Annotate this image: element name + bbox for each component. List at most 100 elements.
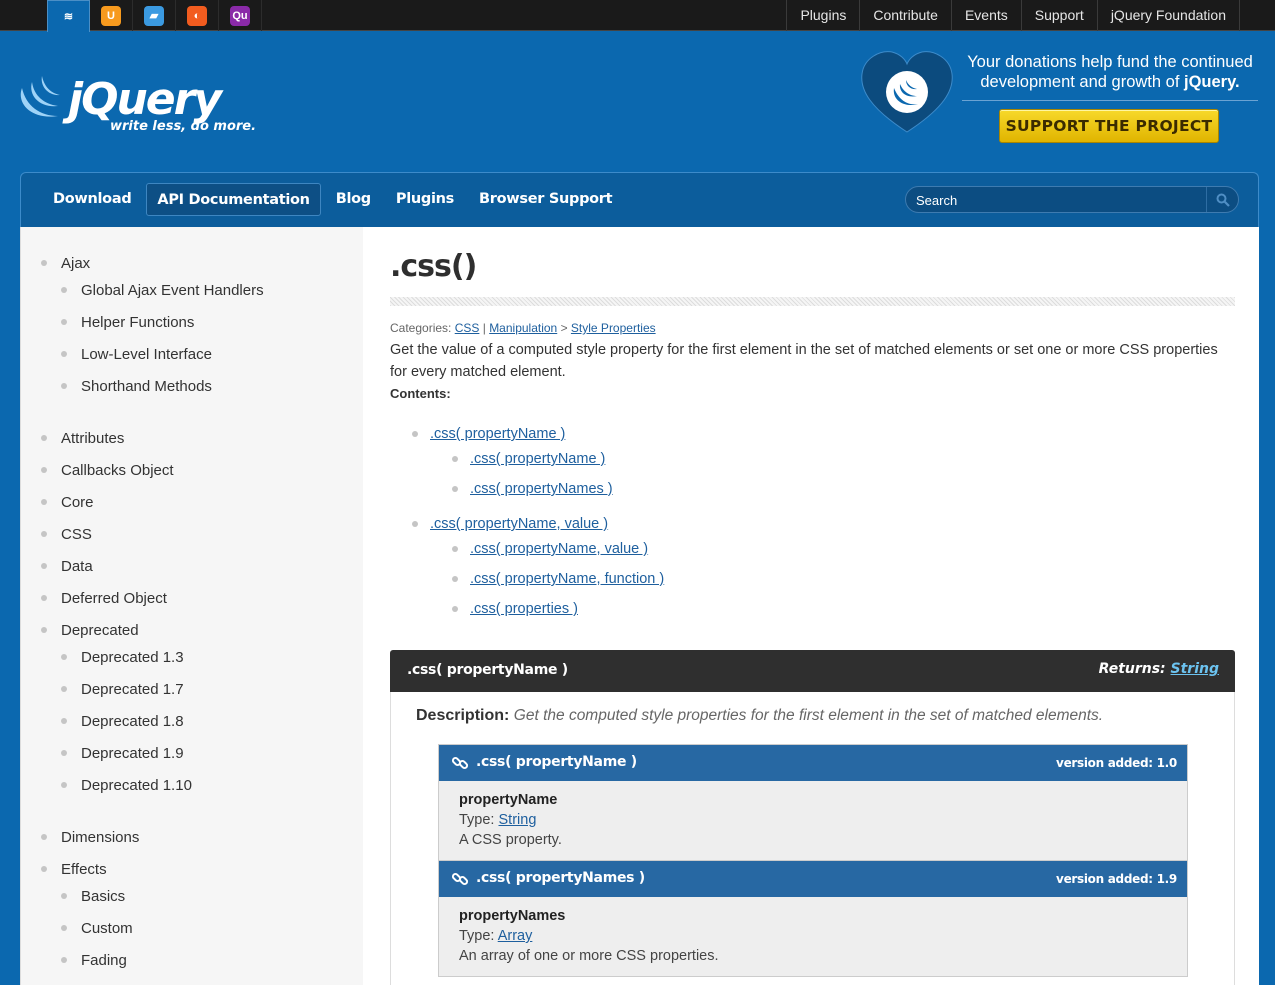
support-the-project-button[interactable]: SUPPORT THE PROJECT: [999, 109, 1219, 143]
sidebar-item-core[interactable]: Core: [41, 494, 94, 511]
sidebar-item-label: Deprecated 1.8: [81, 713, 184, 730]
signature-title: .css( propertyName ): [407, 662, 568, 678]
bullet-icon: [41, 627, 47, 633]
link-icon[interactable]: [451, 870, 469, 888]
toc-link[interactable]: .css( propertyName, value ): [470, 541, 648, 557]
sidebar-item-deferred-object[interactable]: Deferred Object: [41, 590, 167, 607]
sidebar-item-dimensions[interactable]: Dimensions: [41, 829, 139, 846]
sidebar-item-label: CSS: [61, 526, 92, 543]
toc-link[interactable]: .css( properties ): [470, 601, 578, 617]
sidebar-item-deprecated-1-7[interactable]: Deprecated 1.7: [61, 681, 184, 698]
categories-label: Categories:: [390, 321, 455, 335]
search-input[interactable]: [916, 191, 1201, 209]
sidebar-item-global-ajax-event-handlers[interactable]: Global Ajax Event Handlers: [61, 282, 264, 299]
signature-version-box: .css( propertyName ) version added: 1.0 pr…: [438, 744, 1188, 861]
category-link-css[interactable]: CSS: [455, 321, 480, 335]
sidebar-item-custom[interactable]: Custom: [61, 920, 133, 937]
sidebar-item-deprecated[interactable]: Deprecated: [41, 622, 139, 639]
version-signature[interactable]: .css( propertyName ): [476, 754, 637, 770]
param-type: Type: Array: [459, 928, 532, 944]
jquery-logo[interactable]: jQuery write less, do more.: [18, 70, 268, 134]
top-link-events[interactable]: Events: [950, 0, 1021, 31]
nav-item-plugins[interactable]: Plugins: [386, 183, 464, 216]
categories: Categories: CSS | Manipulation > Style P…: [390, 321, 656, 335]
sidebar-item-deprecated-1-8[interactable]: Deprecated 1.8: [61, 713, 184, 730]
version-signature[interactable]: .css( propertyNames ): [476, 870, 645, 886]
category-link-style-properties[interactable]: Style Properties: [571, 321, 656, 335]
sidebar-item-label: Low-Level Interface: [81, 346, 212, 363]
sidebar-item-attributes[interactable]: Attributes: [41, 430, 124, 447]
sidebar-item-label: Ajax: [61, 255, 91, 272]
site-tab-0[interactable]: ≋: [47, 0, 90, 32]
sidebar-item-data[interactable]: Data: [41, 558, 93, 575]
bullet-icon: [61, 718, 67, 724]
toc-link[interactable]: .css( propertyName, function ): [470, 571, 664, 587]
sidebar-item-shorthand-methods[interactable]: Shorthand Methods: [61, 378, 212, 395]
site-tab-2[interactable]: ▰: [133, 0, 176, 31]
toc-link[interactable]: .css( propertyName ): [430, 426, 565, 442]
nav-item-download[interactable]: Download: [43, 183, 141, 216]
sidebar-item-deprecated-1-3[interactable]: Deprecated 1.3: [61, 649, 184, 666]
donate-brand: jQuery.: [1184, 73, 1240, 91]
param-type-link[interactable]: Array: [498, 928, 533, 944]
top-link-contribute[interactable]: Contribute: [859, 0, 951, 31]
toc-item: .css( propertyName, function ): [452, 571, 664, 587]
sidebar-item-ajax[interactable]: Ajax: [41, 255, 91, 272]
version-added: version added: 1.0: [1056, 756, 1177, 770]
nav-items: Download API Documentation Blog Plugins Brow…: [43, 183, 627, 216]
link-icon[interactable]: [451, 754, 469, 772]
sidebar-item-label: Deprecated: [61, 622, 139, 639]
sidebar-item-label: Helper Functions: [81, 314, 195, 331]
method-summary: Get the value of a computed style proper…: [390, 342, 1218, 380]
nav-item-blog[interactable]: Blog: [326, 183, 381, 216]
toc-link[interactable]: .css( propertyName, value ): [430, 516, 608, 532]
sidebar-item-label: Deprecated 1.7: [81, 681, 184, 698]
bullet-icon: [61, 925, 67, 931]
site-tab-1[interactable]: U: [90, 0, 133, 31]
toc-link[interactable]: .css( propertyName ): [470, 451, 605, 467]
site-tab-4[interactable]: Qu: [219, 0, 262, 31]
donate-heart-icon[interactable]: [860, 50, 955, 135]
sidebar-item-label: Deprecated 1.10: [81, 777, 192, 794]
top-link-plugins[interactable]: Plugins: [786, 0, 859, 31]
toc-item: .css( propertyName ): [452, 451, 605, 467]
returns-type-link[interactable]: String: [1171, 661, 1219, 677]
nav-item-api-documentation[interactable]: API Documentation: [146, 183, 321, 216]
toc-link[interactable]: .css( propertyNames ): [470, 481, 613, 497]
top-link-support[interactable]: Support: [1020, 0, 1097, 31]
returns: Returns: String: [1099, 661, 1219, 677]
param-type-link[interactable]: String: [499, 812, 537, 828]
bullet-icon: [61, 893, 67, 899]
bullet-icon: [61, 957, 67, 963]
param-name: propertyName: [459, 792, 558, 808]
category-separator: |: [479, 321, 490, 335]
title-divider: [390, 297, 1235, 306]
top-link-jquery-foundation[interactable]: jQuery Foundation: [1096, 0, 1240, 31]
sidebar-item-effects[interactable]: Effects: [41, 861, 107, 878]
category-link-manipulation[interactable]: Manipulation: [489, 321, 557, 335]
site-tab-3[interactable]: ◐: [176, 0, 219, 31]
jquery-site-icon: ≋: [58, 6, 79, 27]
bullet-icon: [452, 606, 458, 612]
sizzle-site-icon: ◐: [187, 5, 207, 26]
toc-item: .css( properties ): [452, 601, 578, 617]
sidebar-item-label: Effects: [61, 861, 107, 878]
sidebar-item-deprecated-1-10[interactable]: Deprecated 1.10: [61, 777, 192, 794]
search-icon[interactable]: [1206, 187, 1238, 212]
sidebar-item-fading[interactable]: Fading: [61, 952, 127, 969]
sidebar-item-label: Fading: [81, 952, 127, 969]
sidebar-item-css[interactable]: CSS: [41, 526, 92, 543]
sidebar-item-deprecated-1-9[interactable]: Deprecated 1.9: [61, 745, 184, 762]
toc-item: .css( propertyName, value ): [452, 541, 648, 557]
sidebar-item-low-level-interface[interactable]: Low-Level Interface: [61, 346, 212, 363]
search-box: [905, 186, 1239, 213]
sidebar-item-helper-functions[interactable]: Helper Functions: [61, 314, 195, 331]
sidebar-item-basics[interactable]: Basics: [61, 888, 125, 905]
sidebar-item-callbacks-object[interactable]: Callbacks Object: [41, 462, 174, 479]
bullet-icon: [41, 866, 47, 872]
donate-line-2-text: development and growth of: [980, 73, 1184, 91]
bullet-icon: [41, 435, 47, 441]
toc-item: .css( propertyName ): [412, 426, 565, 442]
nav-item-browser-support[interactable]: Browser Support: [469, 183, 622, 216]
bullet-icon: [452, 486, 458, 492]
